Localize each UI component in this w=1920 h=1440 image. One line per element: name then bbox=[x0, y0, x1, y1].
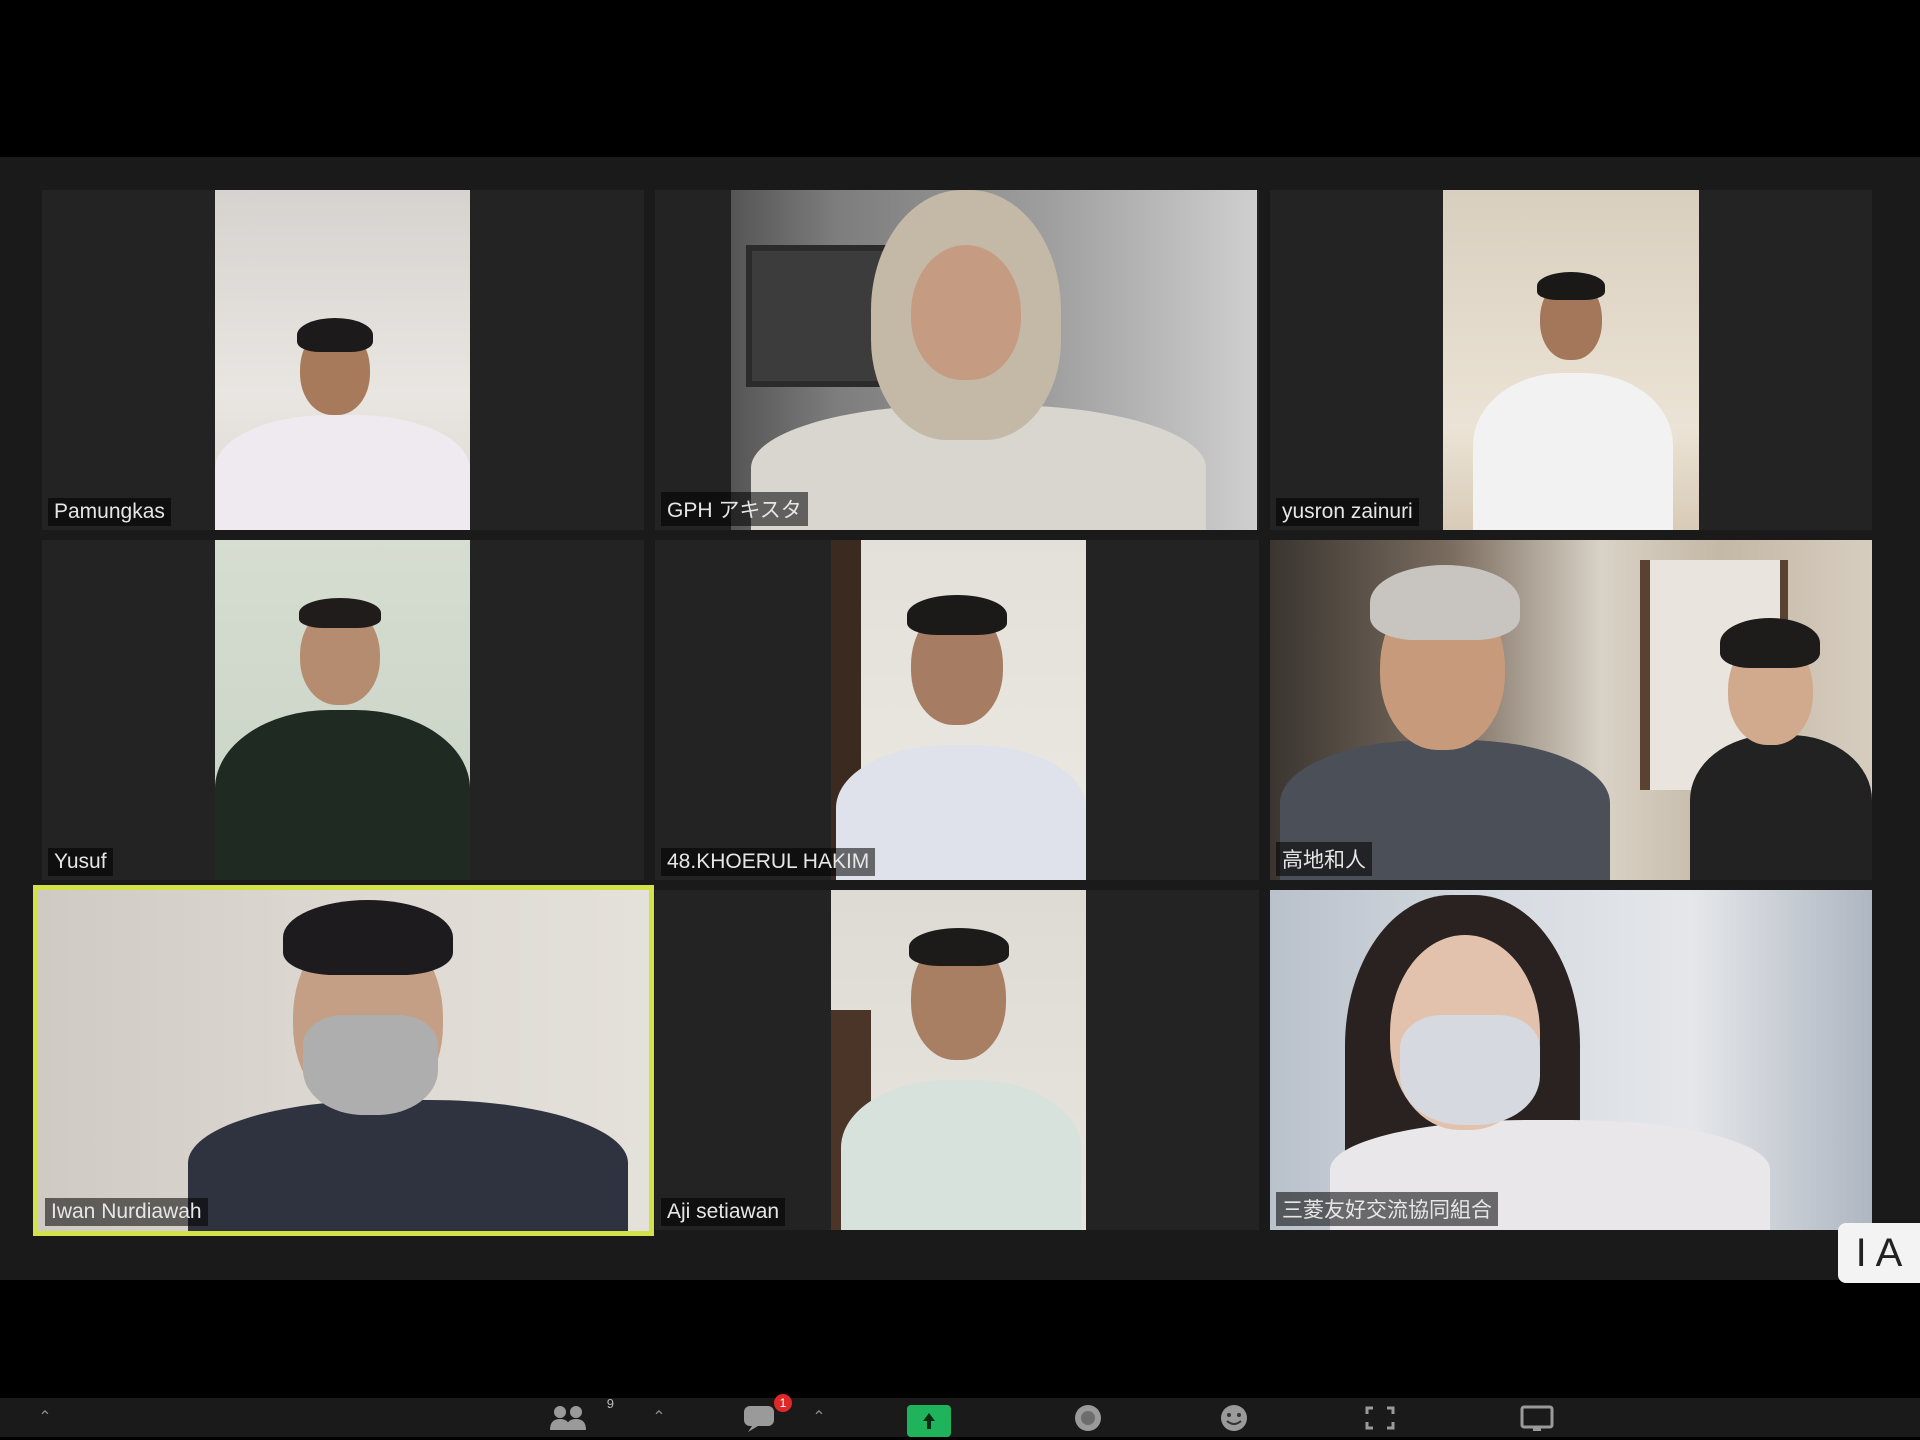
video-tile[interactable]: GPH アキスタ bbox=[655, 190, 1259, 530]
participant-name: 高地和人 bbox=[1276, 842, 1372, 876]
video-tile-active-speaker[interactable]: Iwan Nurdiawah bbox=[33, 885, 654, 1236]
participant-video bbox=[831, 890, 1086, 1230]
view-icon bbox=[1520, 1405, 1554, 1431]
participant-name: Iwan Nurdiawah bbox=[45, 1198, 208, 1226]
corner-overlay-label: I A bbox=[1838, 1223, 1920, 1283]
participant-video bbox=[38, 890, 649, 1231]
video-tile[interactable]: Yusuf bbox=[42, 540, 644, 880]
share-screen-icon bbox=[923, 1413, 935, 1429]
video-tile[interactable]: 48.KHOERUL HAKIM bbox=[655, 540, 1259, 880]
participant-video bbox=[215, 540, 470, 880]
reactions-icon bbox=[1221, 1405, 1247, 1431]
chat-button[interactable]: 1 bbox=[740, 1394, 792, 1434]
chevron-up-icon: ⌃ bbox=[652, 1409, 666, 1426]
participant-name: Yusuf bbox=[48, 848, 113, 876]
participants-icon bbox=[550, 1406, 586, 1430]
participants-count: 9 bbox=[606, 1396, 614, 1411]
participant-video bbox=[831, 540, 1086, 880]
participant-video bbox=[731, 190, 1257, 530]
participant-name: Aji setiawan bbox=[661, 1198, 786, 1226]
participant-name: yusron zainuri bbox=[1276, 498, 1419, 526]
participant-video bbox=[1443, 190, 1699, 530]
chat-badge: 1 bbox=[774, 1394, 792, 1412]
participants-button[interactable]: 9 bbox=[540, 1396, 614, 1434]
participants-caret-button[interactable]: ⌃ bbox=[646, 1400, 672, 1434]
participant-name: Pamungkas bbox=[48, 498, 171, 526]
video-tile[interactable]: 三菱友好交流協同組合 bbox=[1270, 890, 1872, 1230]
participant-video bbox=[215, 190, 470, 530]
reactions-button[interactable] bbox=[1212, 1400, 1256, 1434]
participant-video bbox=[1270, 890, 1872, 1230]
chevron-up-icon: ⌃ bbox=[812, 1409, 826, 1426]
chevron-up-icon: ⌃ bbox=[38, 1409, 52, 1426]
meeting-toolbar: ⌃ 9 ⌃ 1 ⌃ bbox=[0, 1394, 1920, 1437]
fullscreen-icon bbox=[1365, 1406, 1395, 1430]
video-tile[interactable]: 高地和人 bbox=[1270, 540, 1872, 880]
record-icon bbox=[1075, 1405, 1101, 1431]
participant-name: 48.KHOERUL HAKIM bbox=[661, 848, 876, 876]
participant-name: GPH アキスタ bbox=[661, 492, 808, 526]
view-button[interactable] bbox=[1516, 1400, 1560, 1434]
video-tile[interactable]: Aji setiawan bbox=[655, 890, 1259, 1230]
video-tile[interactable]: Pamungkas bbox=[42, 190, 644, 530]
record-button[interactable] bbox=[1066, 1400, 1110, 1434]
mute-caret-button[interactable]: ⌃ bbox=[30, 1400, 60, 1434]
fullscreen-button[interactable] bbox=[1358, 1400, 1402, 1434]
meeting-window: Pamungkas GPH アキスタ yusron zainuri Yusuf bbox=[0, 157, 1920, 1437]
chat-caret-button[interactable]: ⌃ bbox=[806, 1400, 832, 1434]
share-screen-button[interactable] bbox=[907, 1405, 951, 1437]
participant-name: 三菱友好交流協同組合 bbox=[1276, 1192, 1498, 1226]
video-tile[interactable]: yusron zainuri bbox=[1270, 190, 1872, 530]
participant-video bbox=[1270, 540, 1872, 880]
